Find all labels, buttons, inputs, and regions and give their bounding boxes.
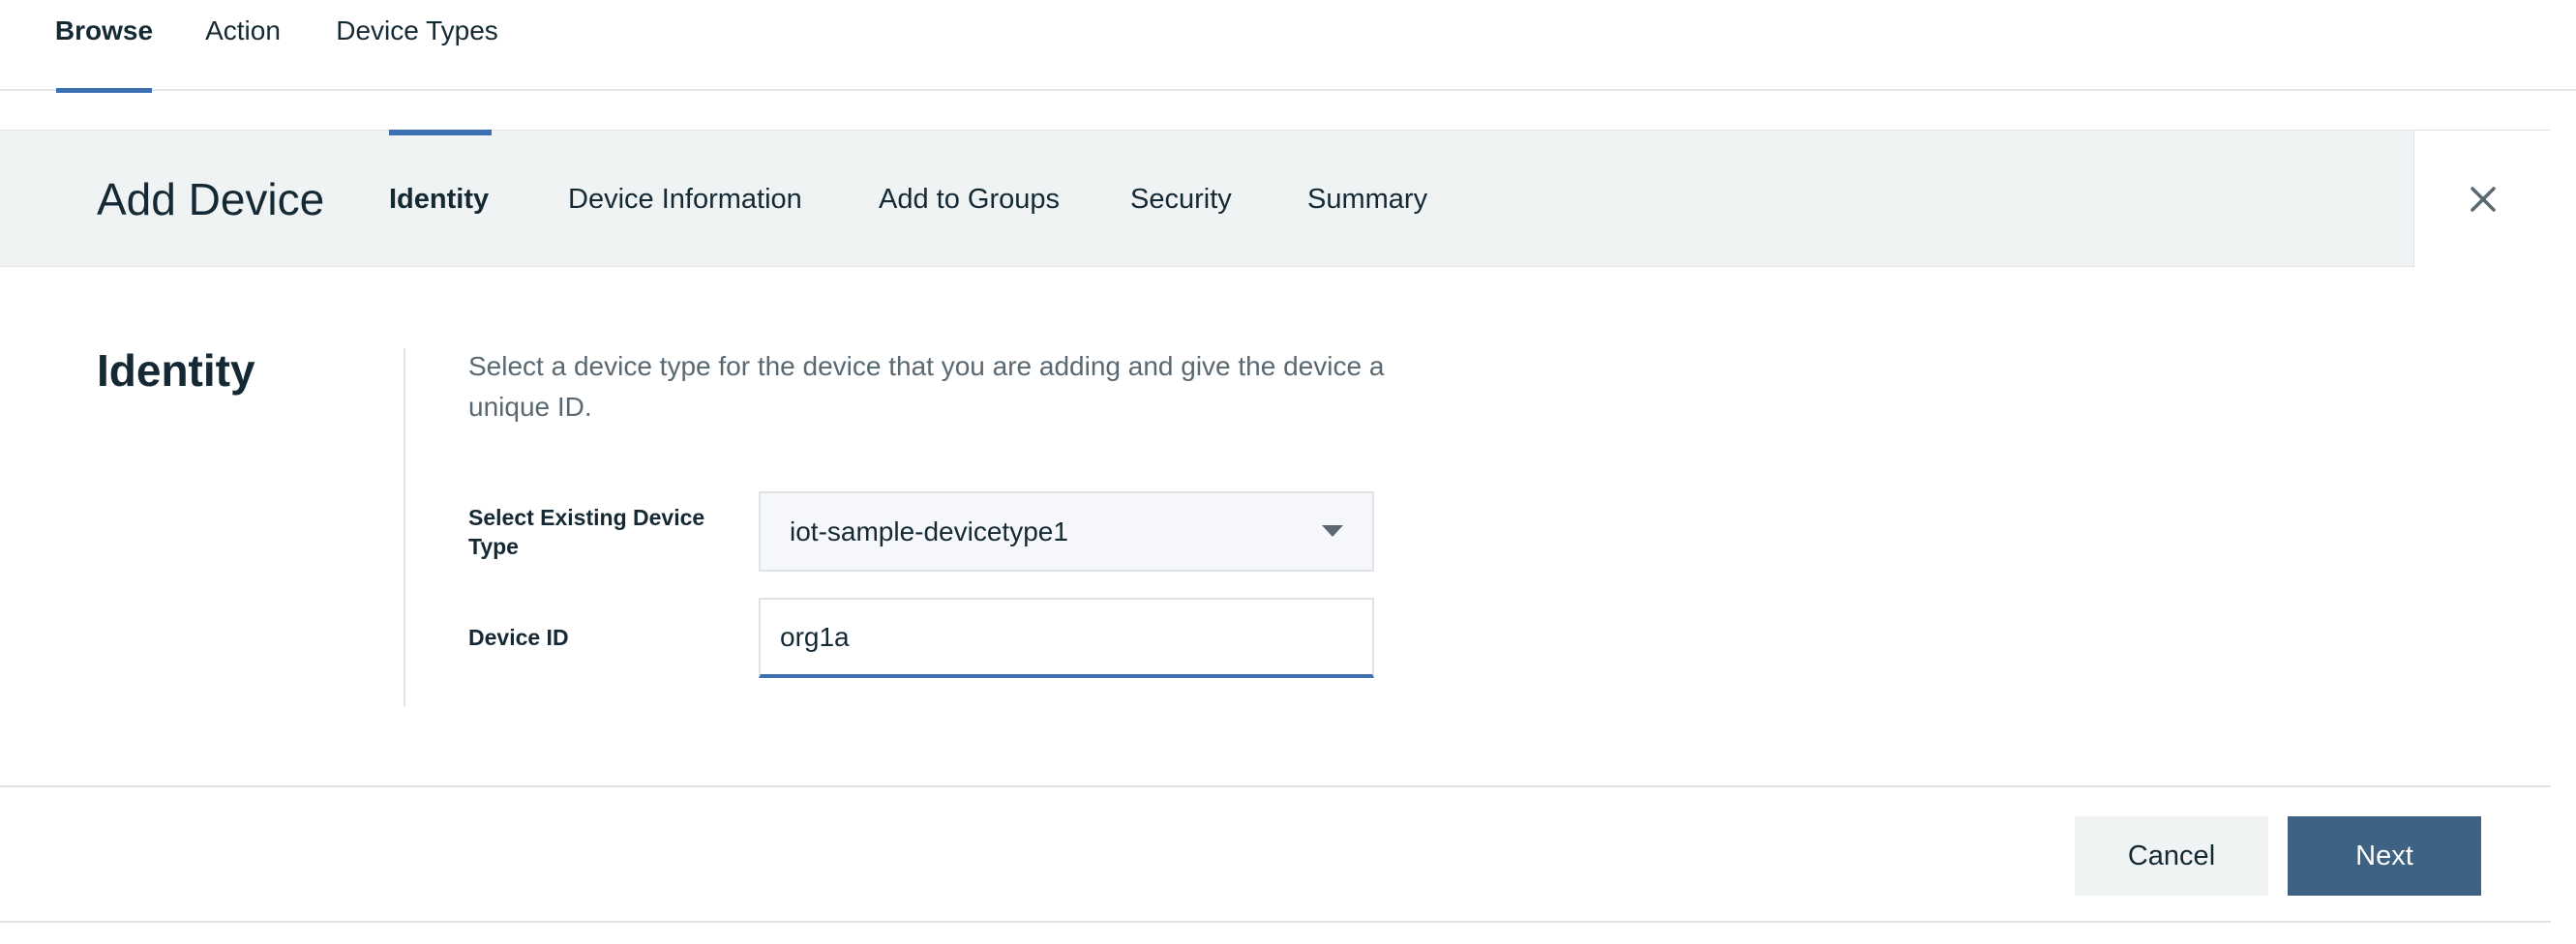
section-divider xyxy=(404,348,405,706)
tab-browse[interactable]: Browse xyxy=(55,0,153,93)
step-add-to-groups[interactable]: Add to Groups xyxy=(879,131,1060,268)
wizard-title: Add Device xyxy=(97,174,325,224)
section-title: Identity xyxy=(97,345,255,396)
step-summary[interactable]: Summary xyxy=(1307,131,1427,268)
wizard-header: Add Device Identity Device Information A… xyxy=(0,130,2551,268)
step-identity[interactable]: Identity xyxy=(389,130,492,268)
device-type-select[interactable]: iot-sample-devicetype1 xyxy=(759,491,1374,572)
close-button[interactable] xyxy=(2413,131,2551,268)
cancel-button[interactable]: Cancel xyxy=(2075,816,2268,896)
chevron-down-icon xyxy=(1322,525,1343,537)
close-icon xyxy=(2470,187,2496,212)
next-button[interactable]: Next xyxy=(2288,816,2481,896)
tab-device-types[interactable]: Device Types xyxy=(335,0,499,91)
step-security[interactable]: Security xyxy=(1130,131,1232,268)
device-id-input[interactable] xyxy=(759,598,1374,678)
device-id-label: Device ID xyxy=(468,625,569,650)
wizard-footer: Cancel Next xyxy=(0,785,2551,923)
device-type-label: Select Existing Device Type xyxy=(468,505,705,559)
tab-action[interactable]: Action xyxy=(203,0,283,91)
top-nav: Browse Action Device Types xyxy=(0,0,2576,93)
step-device-information[interactable]: Device Information xyxy=(568,131,802,268)
device-type-selected-value: iot-sample-devicetype1 xyxy=(790,516,1068,546)
section-description: Select a device type for the device that… xyxy=(468,351,1385,422)
